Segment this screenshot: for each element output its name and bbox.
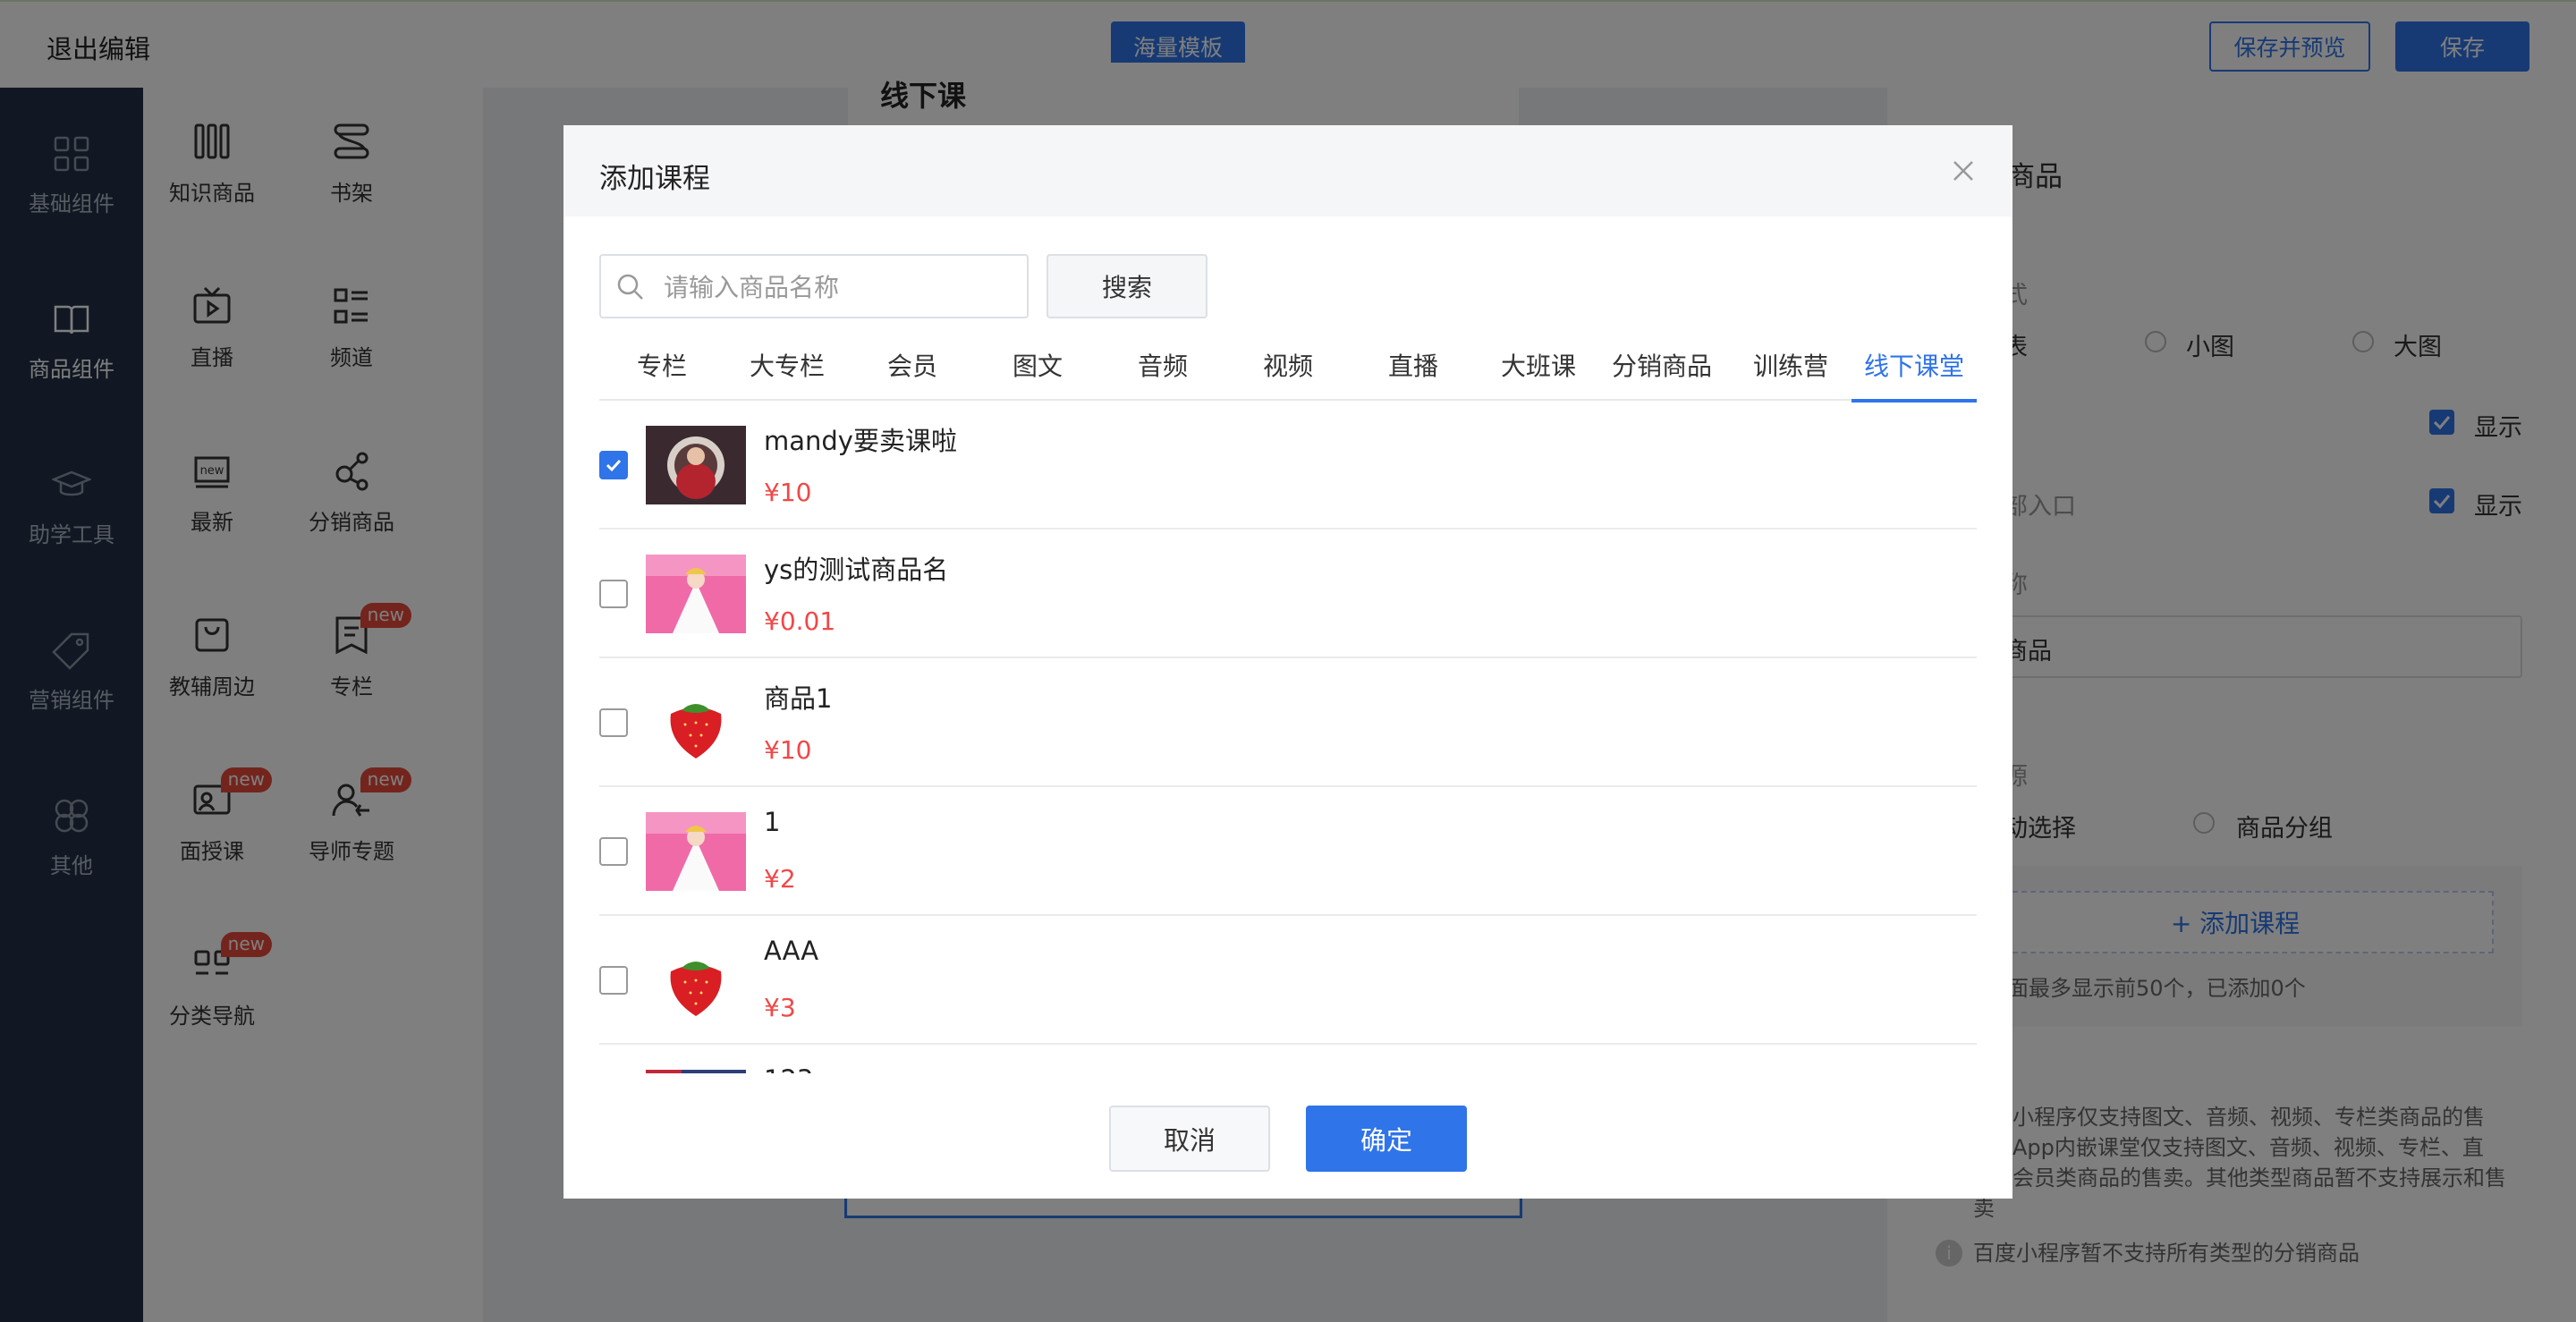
item-name: AAA (764, 936, 819, 966)
dialog-title: 添加课程 (599, 163, 710, 195)
item-thumbnail (646, 812, 746, 891)
tab-offline-class[interactable]: 线下课堂 (1852, 347, 1977, 403)
cancel-button[interactable]: 取消 (1109, 1106, 1270, 1172)
tab-article[interactable]: 图文 (975, 347, 1100, 399)
dialog-footer (564, 1082, 2012, 1199)
tab-distribution[interactable]: 分销商品 (1596, 347, 1728, 399)
item-thumbnail (646, 426, 746, 504)
search-button[interactable]: 搜索 (1046, 254, 1208, 318)
add-course-dialog: 添加课程 搜索 专栏 大专栏 会员 图文 音频 视频 直播 大班课 分销商品 训… (564, 125, 2012, 1199)
item-name: 1 (764, 807, 781, 837)
item-checkbox[interactable] (599, 837, 628, 866)
list-item[interactable]: mandy要卖课啦 ¥10 (599, 401, 1977, 530)
item-checkbox[interactable] (599, 580, 628, 608)
list-item[interactable]: 商品1 ¥10 (599, 658, 1977, 787)
item-price: ¥2 (764, 864, 796, 894)
close-icon[interactable] (1948, 156, 1979, 186)
category-tabs: 专栏 大专栏 会员 图文 音频 视频 直播 大班课 分销商品 训练营 线下课堂 (599, 347, 1977, 403)
item-name: 123 (764, 1064, 813, 1073)
tab-member[interactable]: 会员 (850, 347, 975, 399)
item-name: 商品1 (764, 683, 833, 714)
list-item[interactable]: AAA ¥3 (599, 916, 1977, 1045)
search-input[interactable] (662, 263, 1020, 311)
course-list: mandy要卖课啦 ¥10 ys的测试商品名 ¥0.01 商品1 ¥10 1 ¥… (599, 401, 1977, 1073)
search-icon (615, 272, 646, 302)
confirm-button[interactable]: 确定 (1306, 1106, 1467, 1172)
search-field[interactable] (599, 254, 1029, 318)
item-price: ¥0.01 (764, 606, 836, 636)
item-checkbox[interactable] (599, 451, 628, 479)
item-price: ¥3 (764, 993, 796, 1022)
item-thumbnail (646, 555, 746, 633)
item-checkbox[interactable] (599, 966, 628, 995)
item-price: ¥10 (764, 735, 812, 765)
tab-big-column[interactable]: 大专栏 (724, 347, 850, 399)
tab-column[interactable]: 专栏 (599, 347, 724, 399)
tab-live[interactable]: 直播 (1351, 347, 1476, 399)
item-thumbnail (646, 1070, 746, 1073)
tab-training-camp[interactable]: 训练营 (1728, 347, 1853, 399)
item-name: ys的测试商品名 (764, 555, 949, 585)
list-item[interactable]: ys的测试商品名 ¥0.01 (599, 530, 1977, 658)
tab-big-class[interactable]: 大班课 (1476, 347, 1601, 399)
tab-video[interactable]: 视频 (1225, 347, 1351, 399)
tab-audio[interactable]: 音频 (1100, 347, 1225, 399)
item-name: mandy要卖课啦 (764, 426, 957, 456)
list-item[interactable]: 123 (599, 1045, 1977, 1073)
list-item[interactable]: 1 ¥2 (599, 787, 1977, 916)
item-thumbnail (646, 941, 746, 1020)
item-checkbox[interactable] (599, 708, 628, 737)
item-price: ¥10 (764, 478, 812, 507)
dialog-header: 添加课程 (564, 125, 2012, 216)
item-thumbnail (646, 683, 746, 762)
